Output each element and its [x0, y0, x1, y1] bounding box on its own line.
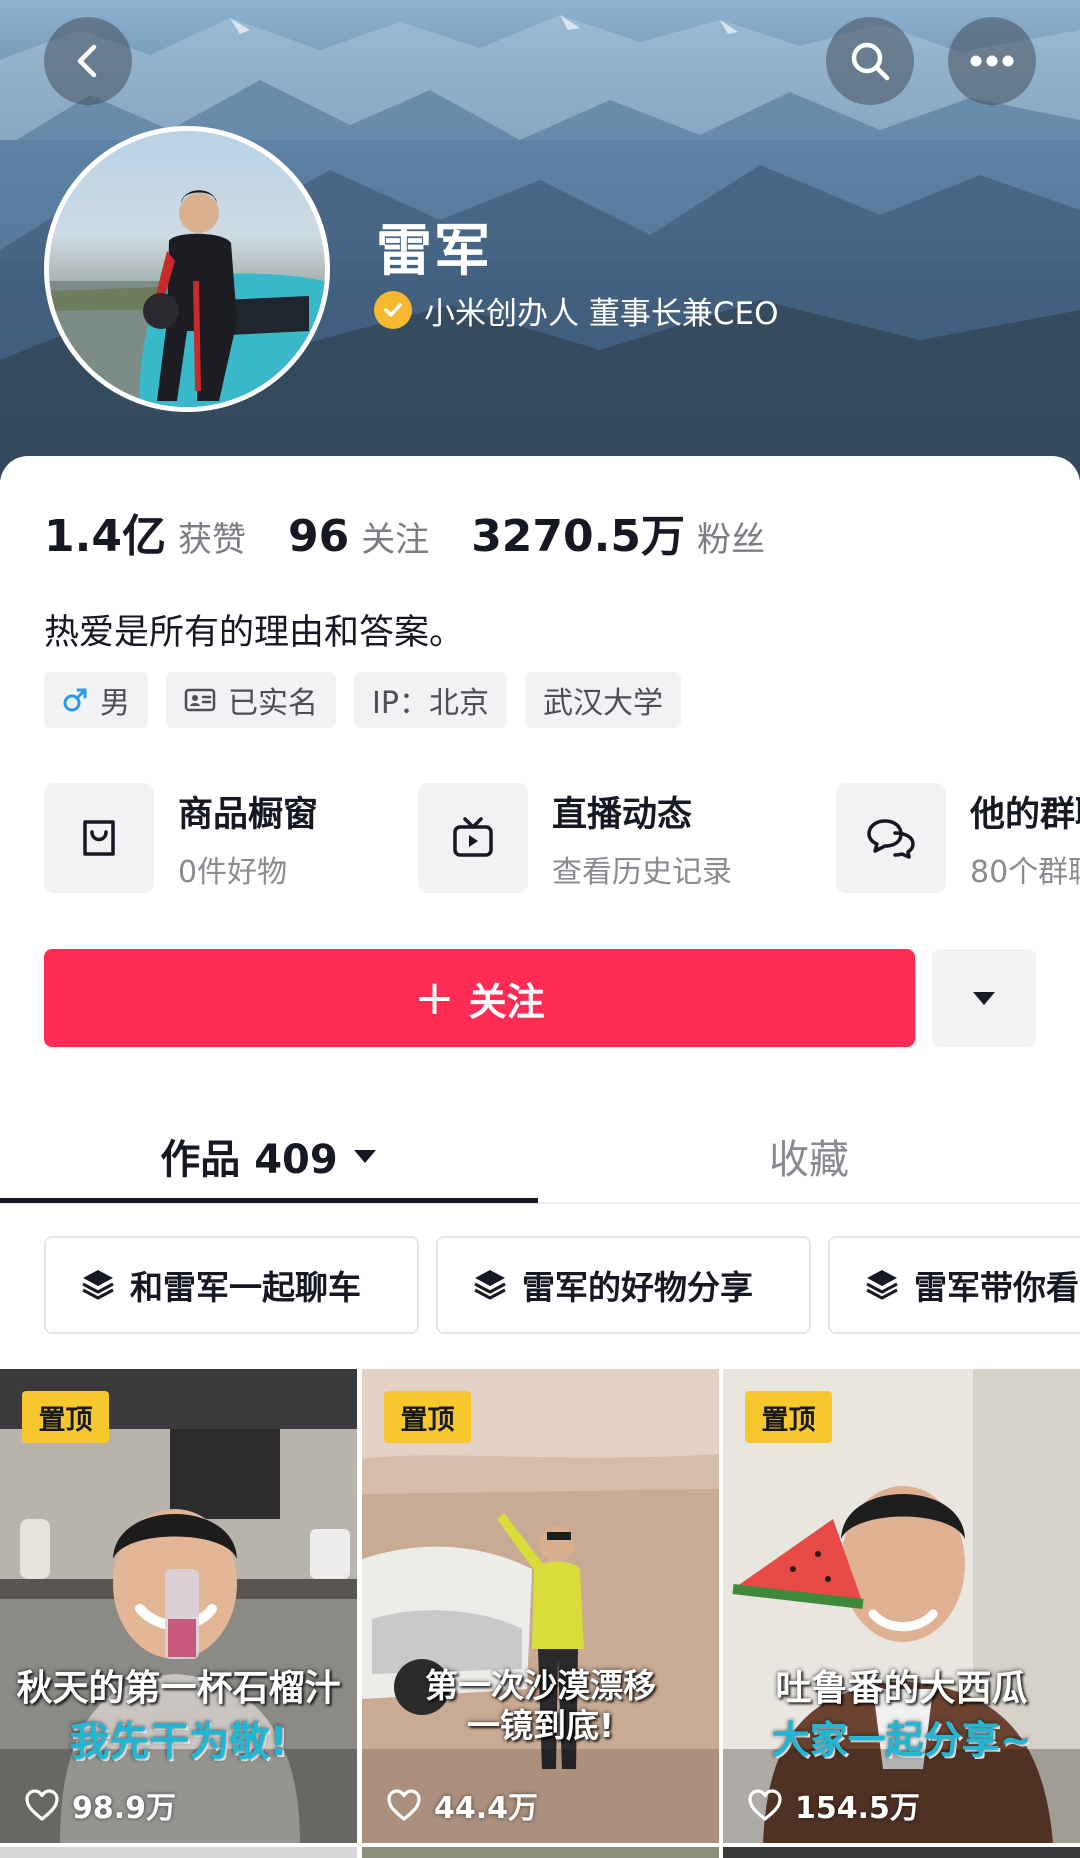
stat-followers-label: 粉丝	[696, 520, 765, 560]
feature-live-subtitle: 查看历史记录	[552, 854, 732, 890]
tag-ip-label: IP：北京	[372, 686, 489, 721]
video-likes: 44.4万	[386, 1783, 538, 1827]
profile-banner: 雷军 小米创办人 董事长兼CEO	[0, 0, 1080, 480]
id-card-icon	[184, 687, 216, 713]
video-caption-line2: 我先干为敬!	[69, 1719, 288, 1765]
stats-row: 1.4亿 获赞 96 关注 3270.5万 粉丝	[44, 500, 807, 562]
stack-icon	[472, 1267, 508, 1303]
next-row-thumbnail[interactable]	[723, 1847, 1080, 1858]
stack-icon	[80, 1267, 116, 1303]
tag-verified-label: 已实名	[228, 686, 318, 721]
collection-label: 雷军带你看	[914, 1268, 1079, 1307]
tag-school[interactable]: 武汉大学	[524, 672, 681, 728]
tab-works[interactable]: 作品 409	[0, 1108, 538, 1204]
feature-shop-subtitle: 0件好物	[178, 854, 288, 890]
tag-gender: 男	[44, 672, 148, 728]
stack-icon	[864, 1267, 900, 1303]
video-caption-line2: 大家一起分享~	[771, 1718, 1032, 1762]
chevron-left-icon	[77, 44, 97, 78]
collection-item[interactable]: 雷军的好物分享	[436, 1236, 811, 1334]
video-thumbnail[interactable]: 置顶 吐鲁番的大西瓜 大家一起分享~ 154.5万	[723, 1369, 1080, 1843]
tag-school-label: 武汉大学	[542, 686, 663, 721]
caret-down-icon	[973, 992, 995, 1005]
caret-down-icon	[352, 1147, 378, 1165]
collection-list: 和雷军一起聊车 雷军的好物分享 雷军带你看	[44, 1236, 1080, 1336]
stat-likes[interactable]: 1.4亿 获赞	[44, 500, 246, 564]
video-likes: 154.5万	[747, 1783, 920, 1827]
collection-label: 和雷军一起聊车	[130, 1268, 361, 1307]
more-actions-dropdown-button[interactable]	[932, 949, 1036, 1047]
heart-icon	[748, 1789, 782, 1821]
avatar[interactable]	[44, 126, 330, 412]
feature-shop-title: 商品橱窗	[178, 794, 319, 835]
video-thumbnail[interactable]: 置顶 第一次沙漠漂移 一镜到底! 44.4万	[362, 1369, 719, 1843]
pinned-badge: 置顶	[745, 1391, 832, 1443]
video-likes-count: 44.4万	[434, 1791, 539, 1826]
search-icon	[851, 42, 890, 81]
chat-bubbles-icon	[836, 783, 946, 893]
active-tab-indicator	[0, 1198, 538, 1203]
collection-item[interactable]: 雷军带你看	[828, 1236, 1080, 1334]
verification-row: 小米创办人 董事长兼CEO	[374, 290, 779, 332]
tag-verified-identity[interactable]: 已实名	[166, 672, 336, 728]
verified-check-icon	[374, 291, 412, 329]
feature-group-subtitle: 80个群聊	[970, 854, 1080, 890]
stat-followers-value: 3270.5万	[471, 511, 685, 562]
video-thumbnail[interactable]: 置顶 秋天的第一杯石榴汁 我先干为敬! 98.9万	[0, 1369, 357, 1843]
tab-works-label: 作品 409	[160, 1137, 338, 1183]
content-tabs: 作品 409 收藏	[0, 1108, 1080, 1204]
next-row-thumbnail[interactable]	[0, 1847, 357, 1858]
stat-likes-value: 1.4亿	[44, 511, 166, 562]
shopping-bag-icon	[44, 783, 154, 893]
tag-gender-label: 男	[100, 686, 130, 721]
follow-button-label: 关注	[468, 979, 545, 1024]
profile-bio: 热爱是所有的理由和答案。	[44, 613, 465, 653]
tab-collections[interactable]: 收藏	[538, 1108, 1080, 1204]
tab-collections-label: 收藏	[769, 1137, 849, 1183]
stat-following[interactable]: 96 关注	[288, 511, 429, 562]
profile-name: 雷军	[376, 219, 492, 284]
collection-item[interactable]: 和雷军一起聊车	[44, 1236, 419, 1334]
search-button[interactable]	[826, 17, 914, 105]
video-likes-count: 154.5万	[795, 1791, 920, 1826]
next-row-thumbnail[interactable]	[362, 1847, 719, 1858]
collection-label: 雷军的好物分享	[522, 1268, 753, 1307]
plus-icon: +	[414, 970, 455, 1026]
feature-group-chats[interactable]: 他的群聊 80个群聊	[836, 782, 1080, 894]
profile-tags: 男 已实名 IP：北京 武汉大学	[44, 672, 699, 728]
stat-following-value: 96	[287, 511, 350, 562]
back-button[interactable]	[44, 17, 132, 105]
follow-button[interactable]: + 关注	[44, 949, 915, 1047]
male-icon	[62, 687, 88, 713]
stat-likes-label: 获赞	[177, 520, 246, 560]
pinned-badge: 置顶	[22, 1391, 109, 1443]
more-button[interactable]	[948, 17, 1036, 105]
heart-icon	[387, 1789, 421, 1821]
heart-icon	[25, 1789, 59, 1821]
stat-followers[interactable]: 3270.5万 粉丝	[471, 500, 765, 564]
pinned-badge: 置顶	[384, 1391, 471, 1443]
video-caption-line1: 秋天的第一杯石榴汁	[16, 1668, 341, 1709]
feature-live-history[interactable]: 直播动态 查看历史记录	[418, 782, 732, 894]
feature-shop-window[interactable]: 商品橱窗 0件好物	[44, 782, 318, 894]
feature-group-title: 他的群聊	[970, 794, 1080, 835]
feature-live-title: 直播动态	[552, 794, 693, 835]
video-likes-count: 98.9万	[72, 1791, 177, 1826]
video-grid: 置顶 秋天的第一杯石榴汁 我先干为敬! 98.9万 置顶 第一次沙漠漂移 一镜到…	[0, 1369, 1080, 1858]
video-caption-line2: 一镜到底!	[466, 1706, 615, 1745]
ellipsis-icon	[970, 55, 1014, 67]
video-likes: 98.9万	[24, 1783, 176, 1827]
tag-ip-location: IP：北京	[354, 672, 507, 728]
stat-following-label: 关注	[361, 520, 430, 560]
live-tv-icon	[418, 783, 528, 893]
avatar-photo	[49, 190, 325, 407]
verified-title: 小米创办人 董事长兼CEO	[424, 295, 779, 332]
video-caption-line1: 吐鲁番的大西瓜	[775, 1668, 1028, 1709]
feature-shortcuts: 商品橱窗 0件好物 直播动态 查看历史记录 他的群聊 80个群聊	[44, 782, 1080, 894]
